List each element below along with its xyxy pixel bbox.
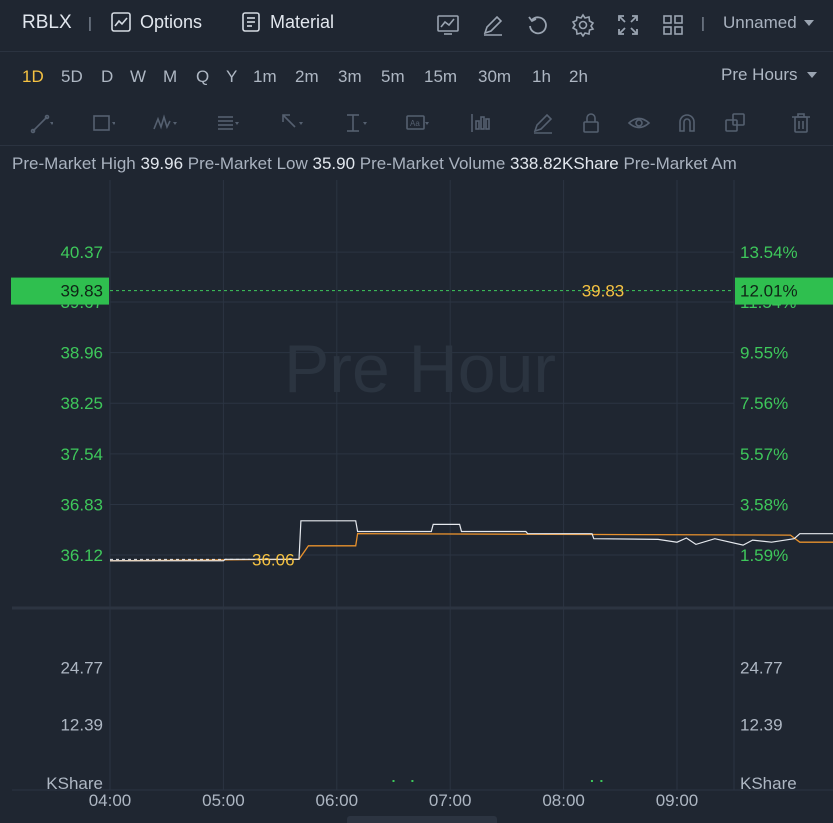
separator-2: | <box>701 15 705 32</box>
y-tick-right: 3.58% <box>740 495 788 514</box>
chart-background <box>0 180 833 816</box>
text-icon[interactable]: Aa <box>402 110 432 136</box>
svg-text:Aa: Aa <box>410 119 420 128</box>
y-tick-right: 9.55% <box>740 344 788 363</box>
y-tick-left: 38.96 <box>60 344 103 363</box>
options-icon <box>111 12 131 32</box>
rectangle-icon[interactable] <box>88 110 118 136</box>
y-tick-right: 13.54% <box>740 243 798 262</box>
price-chart[interactable]: 40.3713.54%39.6711.54%38.969.55%38.257.5… <box>0 180 833 816</box>
interval-bar <box>0 53 833 101</box>
magnet-icon[interactable] <box>672 110 702 136</box>
y-tick-left: 40.37 <box>60 243 103 262</box>
interval-1m[interactable]: 1m <box>253 67 277 87</box>
interval-d[interactable]: D <box>101 67 113 87</box>
lock-icon[interactable] <box>576 110 606 136</box>
y-tick-left: 37.54 <box>60 445 103 464</box>
low-label: Pre-Market Low <box>187 154 308 173</box>
low-value: 35.90 <box>312 154 356 173</box>
volume-tick-right: 12.39 <box>740 716 783 735</box>
high-label: Pre-Market High <box>12 154 136 173</box>
interval-1d[interactable]: 1D <box>22 67 44 87</box>
eye-icon[interactable] <box>624 110 654 136</box>
layout-name-dropdown[interactable]: Unnamed <box>723 13 815 33</box>
y-tick-right: 7.56% <box>740 394 788 413</box>
arrow-icon[interactable] <box>276 110 306 136</box>
material-button[interactable]: Material <box>240 11 334 33</box>
interval-2m[interactable]: 2m <box>295 67 319 87</box>
watermark: Pre Hour <box>284 331 556 407</box>
interval-1h[interactable]: 1h <box>532 67 551 87</box>
premarket-info-line: Pre-Market High 39.96 Pre-Market Low 35.… <box>12 154 737 174</box>
volume-bar <box>600 780 603 782</box>
volume-bar <box>411 780 414 782</box>
trend-line-icon[interactable] <box>26 110 56 136</box>
volume-tick-left: 24.77 <box>60 658 103 677</box>
interval-5m[interactable]: 5m <box>381 67 405 87</box>
options-label: Options <box>140 11 203 32</box>
low-marker-label: 36.06 <box>252 550 295 569</box>
volume-tick-left: 12.39 <box>60 716 103 735</box>
measure-icon[interactable] <box>340 110 370 136</box>
draw-edit-icon[interactable] <box>481 13 505 37</box>
x-tick-label: 08:00 <box>542 791 585 810</box>
grid-layout-icon[interactable] <box>661 13 685 37</box>
high-marker-label: 39.83 <box>582 282 625 301</box>
settings-icon[interactable] <box>571 13 595 38</box>
interval-w[interactable]: W <box>130 67 146 87</box>
interval-5d[interactable]: 5D <box>61 67 83 87</box>
interval-q[interactable]: Q <box>196 67 209 87</box>
options-button[interactable]: Options <box>110 11 202 33</box>
y-tick-left: 36.83 <box>60 495 103 514</box>
y-tick-right: 1.59% <box>740 546 788 565</box>
volume-label: Pre-Market Volume <box>359 154 506 173</box>
pencil-icon[interactable] <box>528 110 558 136</box>
volume-bar <box>392 780 395 782</box>
document-icon <box>242 12 260 32</box>
interval-2h[interactable]: 2h <box>569 67 588 87</box>
fullscreen-icon[interactable] <box>616 13 640 37</box>
indicator-icon[interactable] <box>436 13 460 37</box>
price-label-icon[interactable] <box>466 110 496 136</box>
interval-3m[interactable]: 3m <box>338 67 362 87</box>
layout-name: Unnamed <box>723 13 797 32</box>
interval-y[interactable]: Y <box>226 67 237 87</box>
volume-tick-right: 24.77 <box>740 658 783 677</box>
high-value: 39.96 <box>140 154 184 173</box>
pattern-icon[interactable] <box>150 110 180 136</box>
session-dropdown[interactable]: Pre Hours <box>721 65 818 85</box>
trash-icon[interactable] <box>786 110 816 136</box>
x-tick-label: 04:00 <box>89 791 132 810</box>
y-tick-right: 5.57% <box>740 445 788 464</box>
chevron-down-icon <box>806 72 817 78</box>
reset-icon[interactable] <box>526 13 550 37</box>
x-tick-label: 09:00 <box>656 791 699 810</box>
material-label: Material <box>270 11 335 32</box>
bottom-panel-handle[interactable] <box>347 816 497 823</box>
volume-bar <box>590 780 593 782</box>
amount-label: Pre-Market Am <box>623 154 737 173</box>
x-tick-label: 07:00 <box>429 791 472 810</box>
volume-unit-right: KShare <box>740 774 797 793</box>
fib-icon[interactable] <box>212 110 242 136</box>
interval-30m[interactable]: 30m <box>478 67 511 87</box>
interval-15m[interactable]: 15m <box>424 67 457 87</box>
session-label: Pre Hours <box>721 65 798 84</box>
interval-m[interactable]: M <box>163 67 177 87</box>
separator: | <box>88 15 92 32</box>
x-tick-label: 06:00 <box>316 791 359 810</box>
ticker-symbol[interactable]: RBLX <box>22 12 72 34</box>
chevron-down-icon <box>803 20 814 26</box>
current-pct-label-right: 12.01% <box>740 282 798 301</box>
current-price-label-left: 39.83 <box>60 282 103 301</box>
x-tick-label: 05:00 <box>202 791 245 810</box>
y-tick-left: 36.12 <box>60 546 103 565</box>
copy-icon[interactable] <box>720 110 750 136</box>
y-tick-left: 38.25 <box>60 394 103 413</box>
volume-value: 338.82KShare <box>510 154 619 173</box>
